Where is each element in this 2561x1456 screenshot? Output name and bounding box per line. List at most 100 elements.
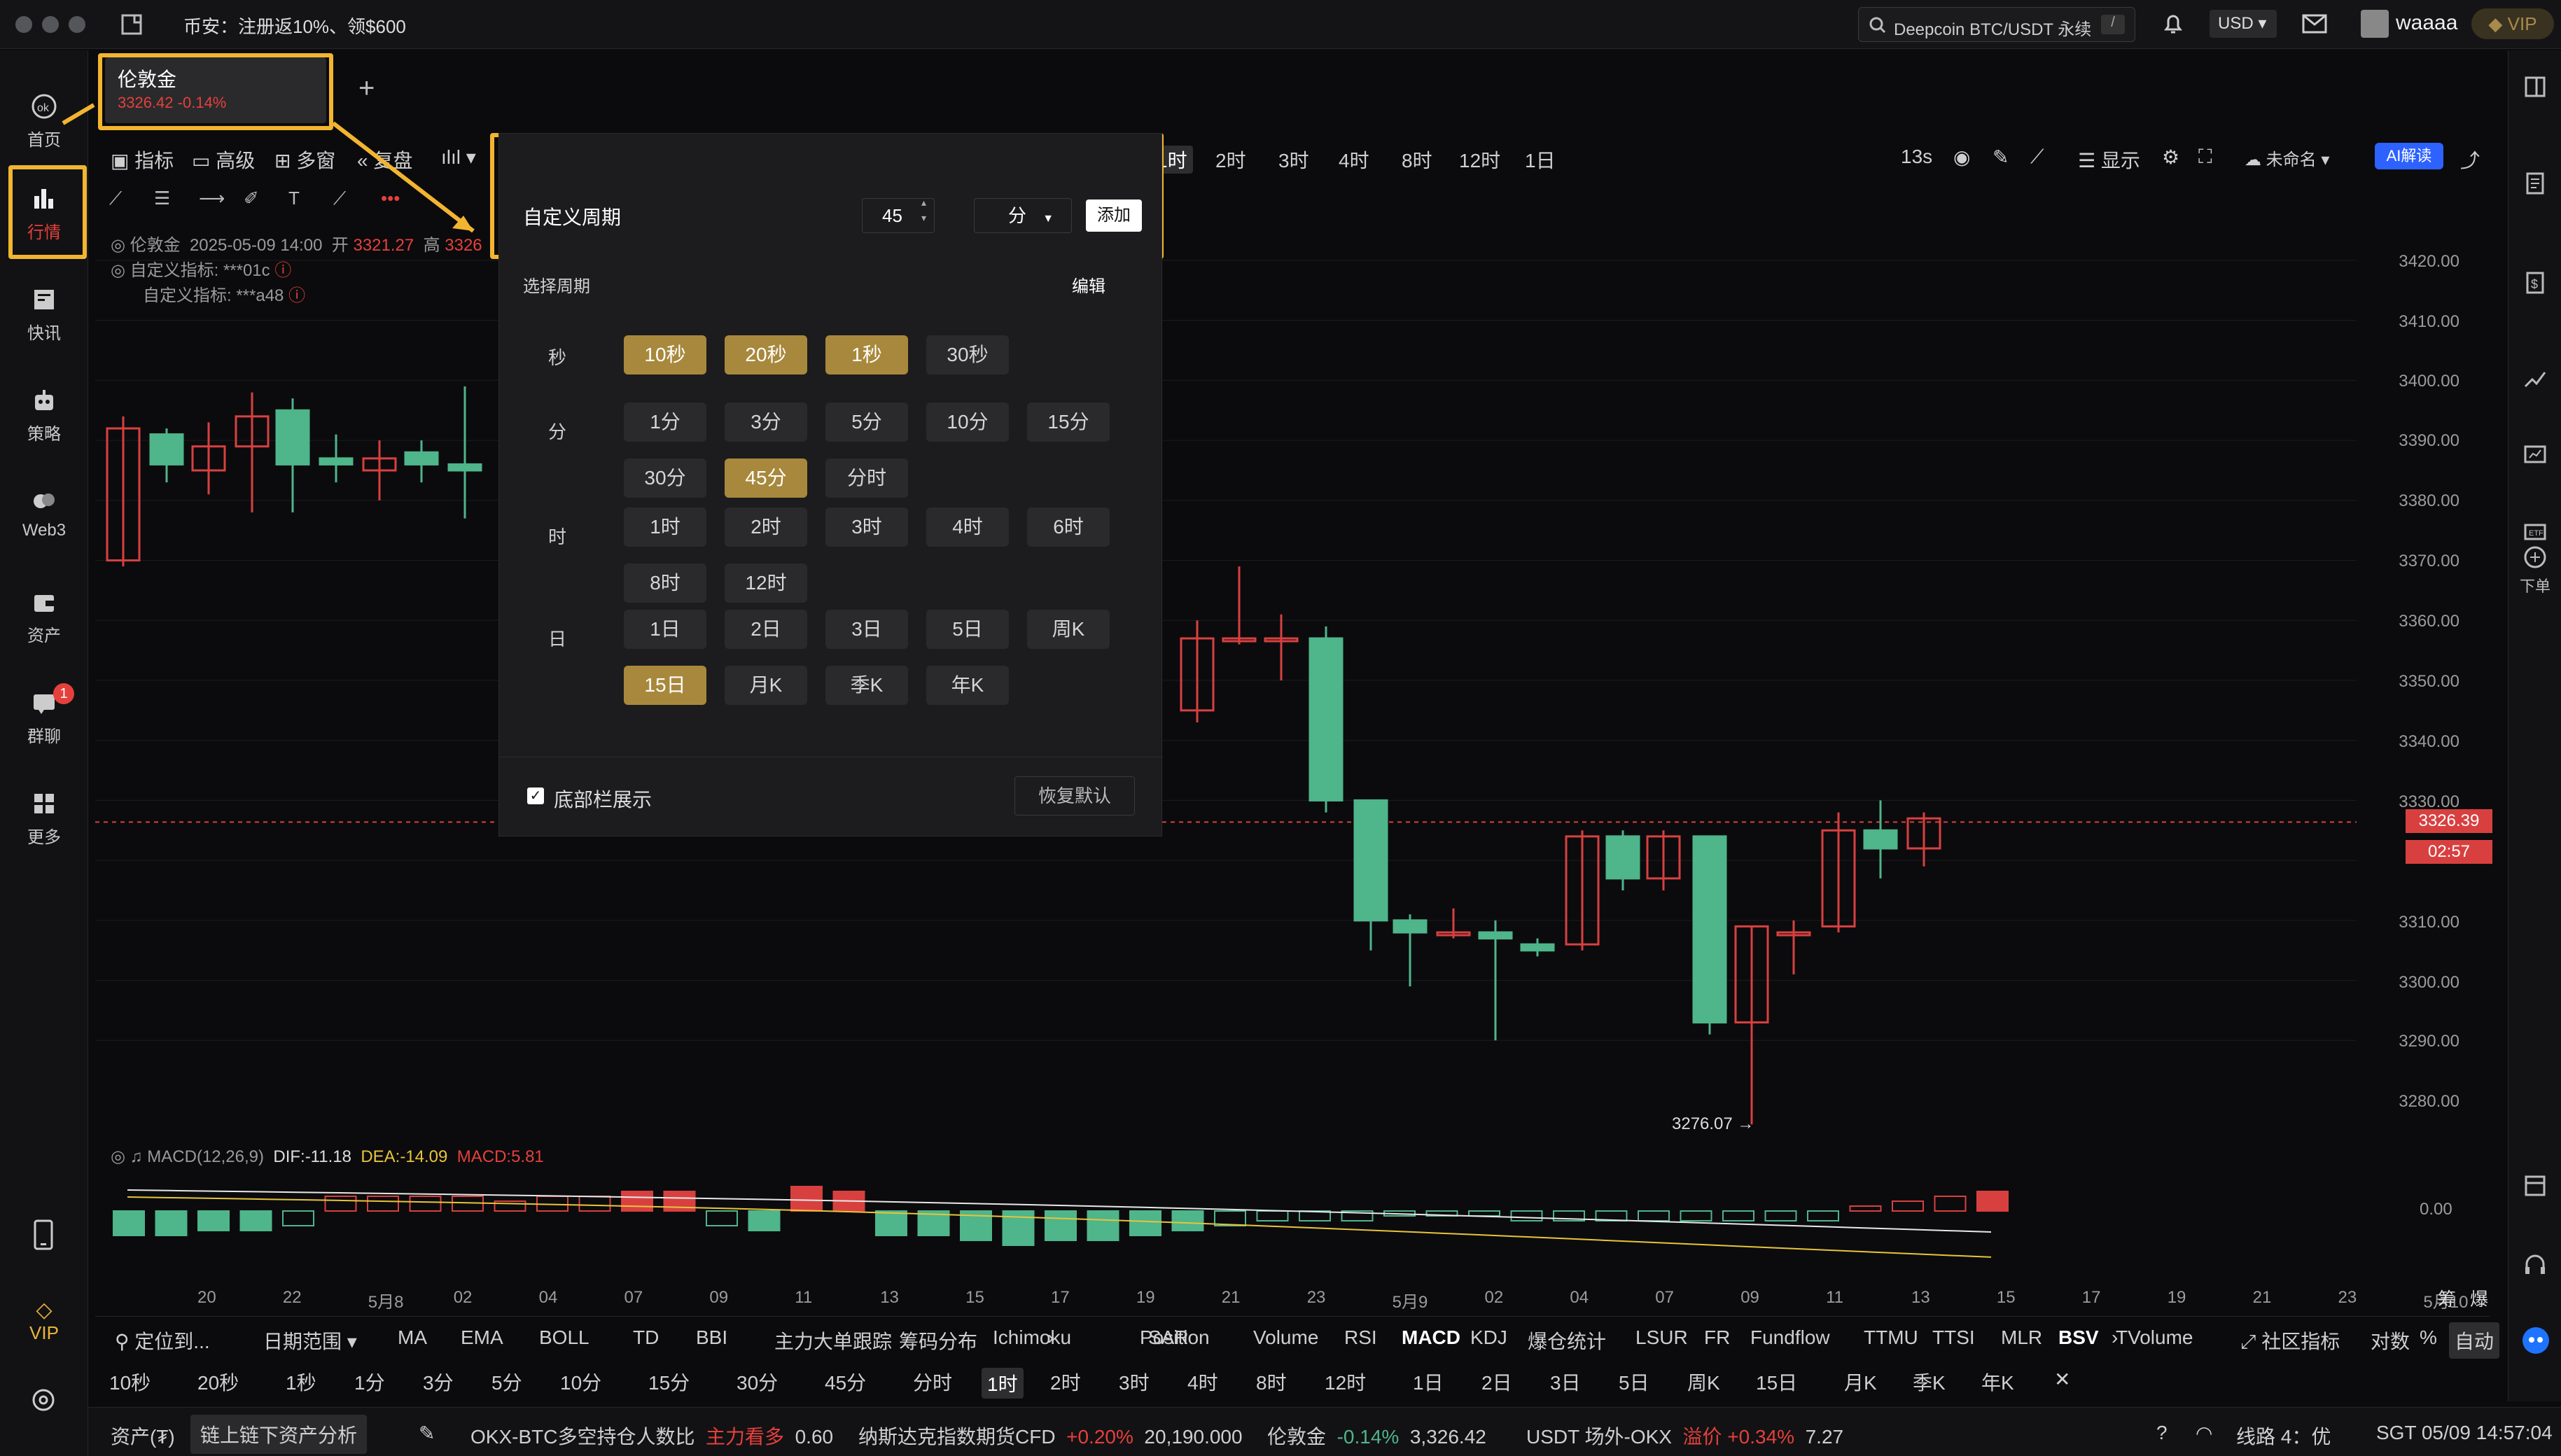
bottom-interval-7[interactable]: 15分 — [648, 1368, 690, 1396]
period-option[interactable]: 12时 — [725, 564, 807, 603]
toolbar-interval-14[interactable]: 4时 — [1339, 146, 1369, 174]
bottom-interval-13[interactable]: 3时 — [1119, 1368, 1150, 1396]
indicator-item[interactable]: TVolume — [2116, 1326, 2193, 1349]
bottom-interval-18[interactable]: 2日 — [1481, 1368, 1512, 1396]
period-option[interactable]: 5分 — [825, 402, 908, 442]
layout-icon[interactable] — [2522, 74, 2548, 99]
toolbar-interval-17[interactable]: 1日 — [1525, 146, 1556, 174]
display-button[interactable]: ☰ 显示 — [2078, 146, 2140, 174]
bottom-interval-3[interactable]: 1分 — [354, 1368, 385, 1396]
period-option[interactable]: 年K — [926, 666, 1009, 705]
custom-period-add-button[interactable]: 添加 — [1086, 200, 1142, 232]
bottom-interval-23[interactable]: 月K — [1844, 1368, 1877, 1396]
indicator-item[interactable]: Ichimoku — [993, 1326, 1071, 1349]
assistant-icon[interactable] — [2521, 1326, 2550, 1355]
window-close-button[interactable] — [15, 16, 32, 33]
chips-button[interactable]: 筹 — [2438, 1285, 2456, 1311]
indicator-button[interactable]: ▣ 指标 — [111, 146, 174, 174]
period-option[interactable]: 3时 — [825, 507, 908, 547]
custom-period-value-input[interactable]: 45 ▴ ▾ — [862, 195, 935, 233]
period-option[interactable]: 3分 — [725, 402, 807, 442]
sidebar-item-web3[interactable]: Web3 — [0, 473, 88, 564]
bottom-interval-10[interactable]: 分时 — [913, 1368, 952, 1396]
indicator-item[interactable]: MA — [398, 1326, 427, 1349]
sidebar-item-strategy[interactable]: 策略 — [0, 372, 88, 463]
ticker-usdt[interactable]: USDT 场外-OKX 溢价 +0.34% 7.27 — [1526, 1422, 1843, 1450]
username[interactable]: waaaa — [2396, 11, 2457, 35]
avatar[interactable] — [2361, 10, 2389, 38]
period-option[interactable]: 45分 — [725, 458, 807, 498]
period-option[interactable]: 15分 — [1027, 402, 1110, 442]
phone-icon[interactable] — [29, 1218, 57, 1253]
bottom-interval-20[interactable]: 5日 — [1619, 1368, 1649, 1396]
vip-badge[interactable]: ◆ VIP — [2471, 8, 2554, 39]
indicator-item[interactable]: MACD — [1402, 1326, 1460, 1349]
indicator-item[interactable]: TTMU — [1864, 1326, 1918, 1349]
bottom-interval-24[interactable]: 季K — [1913, 1368, 1946, 1396]
bottom-interval-16[interactable]: 12时 — [1325, 1368, 1366, 1396]
indicator-item[interactable]: Fundflow — [1750, 1326, 1830, 1349]
settings-gear-icon[interactable]: ⚙ — [2162, 146, 2179, 169]
order-button[interactable]: 下单 — [2508, 545, 2561, 596]
period-option[interactable]: 30分 — [624, 458, 706, 498]
toolbar-interval-12[interactable]: 2时 — [1215, 146, 1246, 174]
pen-icon[interactable]: ✎ — [1993, 146, 2009, 169]
advanced-button[interactable]: ▭ 高级 — [192, 146, 255, 174]
trend-icon[interactable] — [2522, 365, 2548, 391]
sidebar-item-chat[interactable]: 群聊 1 — [0, 675, 88, 766]
auto-scale-button[interactable]: 自动 — [2449, 1322, 2500, 1359]
ticker-nasdaq[interactable]: 纳斯达克指数期货CFD +0.20% 20,190.000 — [858, 1422, 1243, 1450]
liquidation-button[interactable]: 爆 — [2470, 1285, 2488, 1311]
period-option[interactable]: 月K — [725, 666, 807, 705]
etf-icon[interactable]: ETF — [2522, 519, 2548, 545]
bottom-interval-6[interactable]: 10分 — [560, 1368, 601, 1396]
indicator-item[interactable]: Position — [1140, 1326, 1210, 1349]
add-tab-button[interactable]: + — [358, 73, 375, 104]
period-option[interactable]: 1日 — [624, 610, 706, 649]
bottom-interval-17[interactable]: 1日 — [1413, 1368, 1444, 1396]
period-option[interactable]: 周K — [1027, 610, 1110, 649]
orderbook-icon[interactable] — [2522, 171, 2548, 196]
period-option[interactable]: 10秒 — [624, 335, 706, 374]
stepper-icon[interactable]: ▴ ▾ — [921, 195, 926, 225]
period-option[interactable]: 15日 — [624, 666, 706, 705]
period-option[interactable]: 5日 — [926, 610, 1009, 649]
footer-checkbox[interactable]: ✓ — [527, 788, 544, 804]
text-tool-icon[interactable]: T — [288, 188, 300, 209]
indicator-item[interactable]: BOLL — [539, 1326, 589, 1349]
indicator-item[interactable]: TD — [633, 1326, 659, 1349]
new-window-icon[interactable] — [119, 11, 146, 38]
bottom-interval-2[interactable]: 1秒 — [286, 1368, 316, 1396]
period-option[interactable]: 30秒 — [926, 335, 1009, 374]
ticker-okx[interactable]: OKX-BTC多空持仓人数比 主力看多 0.60 — [470, 1422, 833, 1450]
locate-button[interactable]: ⚲ 定位到... — [115, 1326, 210, 1354]
fullscreen-icon[interactable]: ⛶ — [2198, 146, 2212, 169]
window-maximize-button[interactable] — [69, 16, 85, 33]
sidebar-item-assets[interactable]: 资产 — [0, 574, 88, 665]
sidebar-item-news[interactable]: 快讯 — [0, 272, 88, 363]
bottom-interval-8[interactable]: 30分 — [737, 1368, 778, 1396]
bottom-interval-25[interactable]: 年K — [1981, 1368, 2014, 1396]
assets-label[interactable]: 资产(₮) — [111, 1422, 175, 1450]
custom-period-unit-select[interactable]: 分 ▼ — [974, 198, 1072, 233]
indicator-item[interactable]: MLR — [2001, 1326, 2042, 1349]
bottom-interval-21[interactable]: 周K — [1687, 1368, 1720, 1396]
sidebar-item-more[interactable]: 更多 — [0, 776, 88, 867]
indicator-item[interactable]: EMA — [461, 1326, 503, 1349]
bottom-interval-4[interactable]: 3分 — [423, 1368, 454, 1396]
indicator-item[interactable]: BBI — [696, 1326, 727, 1349]
period-option[interactable]: 1时 — [624, 507, 706, 547]
line-status[interactable]: 线路 4：优 — [2236, 1422, 2331, 1450]
bottom-interval-0[interactable]: 10秒 — [109, 1368, 151, 1396]
brush-tool-icon[interactable]: ⟋ — [333, 188, 346, 210]
bottom-interval-11[interactable]: 1时 — [982, 1368, 1024, 1399]
period-option[interactable]: 1分 — [624, 402, 706, 442]
period-option[interactable]: 6时 — [1027, 507, 1110, 547]
multi-window-button[interactable]: ⊞ 多窗 — [274, 146, 335, 174]
bottom-interval-15[interactable]: 8时 — [1256, 1368, 1287, 1396]
close-interval-bar-icon[interactable]: ✕ — [2054, 1368, 2070, 1391]
asset-analysis-button[interactable]: 链上链下资产分析 — [190, 1415, 368, 1454]
indicator-item[interactable]: TTSI — [1932, 1326, 1975, 1349]
bottom-interval-12[interactable]: 2时 — [1050, 1368, 1081, 1396]
hline-tool-icon[interactable]: ☰ — [154, 188, 170, 209]
